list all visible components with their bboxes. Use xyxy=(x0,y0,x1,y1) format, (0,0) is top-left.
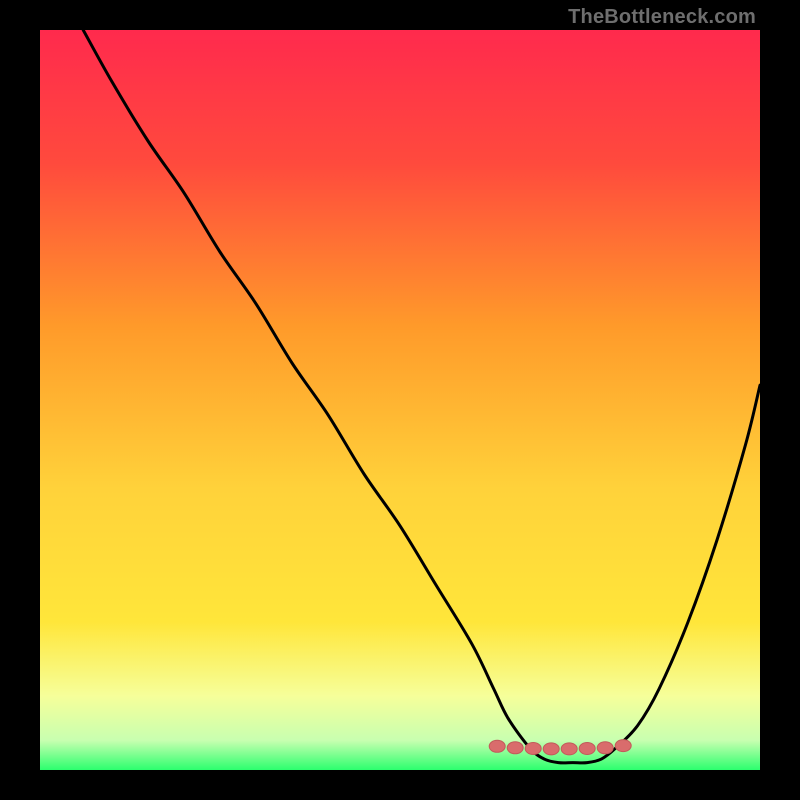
curve-layer xyxy=(40,30,760,770)
chart-frame: TheBottleneck.com xyxy=(0,0,800,800)
watermark-text: TheBottleneck.com xyxy=(568,6,756,29)
marker-dot xyxy=(615,740,631,752)
optimal-range-markers xyxy=(489,740,631,755)
bottleneck-curve xyxy=(83,30,760,763)
marker-dot xyxy=(525,743,541,755)
marker-dot xyxy=(561,743,577,755)
marker-dot xyxy=(597,742,613,754)
marker-dot xyxy=(507,742,523,754)
plot-area xyxy=(40,30,760,770)
marker-dot xyxy=(579,743,595,755)
marker-dot xyxy=(543,743,559,755)
marker-dot xyxy=(489,740,505,752)
